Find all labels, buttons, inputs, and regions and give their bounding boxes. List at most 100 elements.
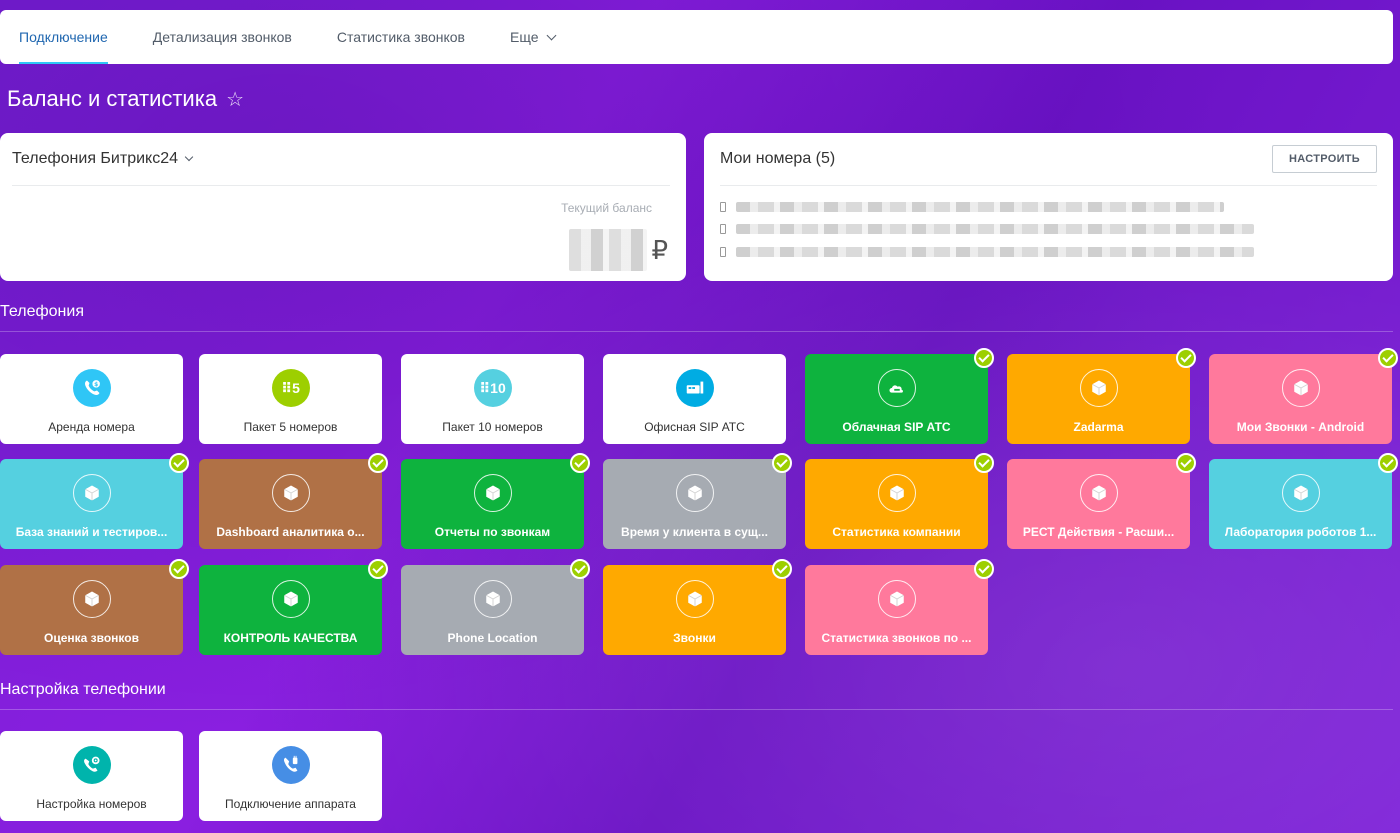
phone-number-icon	[720, 202, 726, 212]
section-divider	[0, 709, 1393, 710]
telephony-tile-0[interactable]: $ Аренда номера	[0, 354, 183, 444]
configure-button[interactable]: НАСТРОИТЬ	[1272, 145, 1377, 173]
telephony-tile-8[interactable]: Dashboard аналитика о...	[199, 453, 388, 549]
office-sip-icon	[675, 369, 714, 407]
tile-label: Phone Location	[447, 631, 538, 645]
phone-number-icon	[720, 247, 726, 257]
tile-label: Пакет 10 номеров	[442, 420, 543, 434]
tab-label: Детализация звонков	[152, 29, 292, 45]
tab-label: Статистика звонков	[336, 29, 465, 45]
telephony-tile-15[interactable]: КОНТРОЛЬ КАЧЕСТВА	[199, 559, 388, 655]
section-title-telephony: Телефония	[0, 303, 84, 320]
installed-check-icon	[974, 348, 994, 368]
telephony-tile-5[interactable]: Zadarma	[1007, 348, 1196, 444]
blurred-number	[736, 224, 1254, 234]
telephony-tile-9[interactable]: Отчеты по звонкам	[401, 453, 590, 549]
svg-text:$: $	[94, 382, 98, 388]
phone-rent-icon: $	[72, 369, 111, 407]
cube-icon	[675, 474, 714, 512]
tile-label: База знаний и тестиров...	[15, 525, 168, 539]
telephony-tile-16[interactable]: Phone Location	[401, 559, 590, 655]
telephony-tile-6[interactable]: Мои Звонки - Android	[1209, 348, 1398, 444]
tab-label: Еще	[510, 29, 539, 45]
currency-symbol: ₽	[651, 234, 668, 265]
cube-icon	[1281, 474, 1320, 512]
tile-label: Подключение аппарата	[225, 797, 356, 811]
section-title-telephony-settings: Настройка телефонии	[0, 681, 166, 698]
installed-check-icon	[1378, 453, 1398, 473]
tile-label: Облачная SIP АТС	[842, 420, 951, 434]
settings-tile-0[interactable]: Настройка номеров	[0, 731, 183, 821]
cube-icon	[72, 474, 111, 512]
cube-icon	[271, 474, 310, 512]
my-numbers-card: Мои номера (5) НАСТРОИТЬ	[704, 133, 1393, 281]
tile-label: Zadarma	[1073, 420, 1124, 434]
tile-label: Пакет 5 номеров	[243, 420, 338, 434]
tile-label: Офисная SIP АТС	[644, 420, 745, 434]
telephony-tile-18[interactable]: Статистика звонков по ...	[805, 559, 994, 655]
balance-label: Текущий баланс	[561, 201, 652, 215]
cube-icon	[1079, 369, 1118, 407]
telephony-tile-3[interactable]: Офисная SIP АТС	[603, 354, 786, 444]
page-title-text: Баланс и статистика	[7, 86, 218, 111]
package-5-icon: ⠿5	[271, 369, 310, 407]
cube-icon	[1281, 369, 1320, 407]
balance-card-title[interactable]: Телефония Битрикс24	[12, 150, 194, 168]
cloud-sip-icon	[877, 369, 916, 407]
installed-check-icon	[368, 453, 388, 473]
installed-check-icon	[169, 453, 189, 473]
tab-connection[interactable]: Подключение	[19, 10, 108, 64]
cube-icon	[473, 474, 512, 512]
cube-icon	[675, 580, 714, 618]
telephony-tile-17[interactable]: Звонки	[603, 559, 792, 655]
telephony-tile-4[interactable]: Облачная SIP АТС	[805, 348, 994, 444]
number-row	[720, 245, 1254, 259]
tile-label: КОНТРОЛЬ КАЧЕСТВА	[223, 631, 358, 645]
my-numbers-title: Мои номера (5)	[720, 150, 836, 167]
phone-number-icon	[720, 224, 726, 234]
tab-call-details[interactable]: Детализация звонков	[153, 10, 292, 64]
cube-icon	[1079, 474, 1118, 512]
telephony-tile-12[interactable]: РЕСТ Действия - Расши...	[1007, 453, 1196, 549]
cube-icon	[877, 580, 916, 618]
cube-icon	[72, 580, 111, 618]
installed-check-icon	[772, 559, 792, 579]
number-settings-icon	[72, 746, 111, 784]
installed-check-icon	[570, 559, 590, 579]
blurred-number	[736, 247, 1254, 257]
telephony-tile-14[interactable]: Оценка звонков	[0, 559, 189, 655]
balance-card: Телефония Битрикс24 Текущий баланс ₽	[0, 133, 686, 281]
cube-icon	[271, 580, 310, 618]
star-icon[interactable]: ☆	[226, 87, 244, 112]
telephony-tile-13[interactable]: Лаборатория роботов 1...	[1209, 453, 1398, 549]
tile-label: Статистика компании	[832, 525, 961, 539]
installed-check-icon	[1176, 453, 1196, 473]
installed-check-icon	[169, 559, 189, 579]
telephony-tile-11[interactable]: Статистика компании	[805, 453, 994, 549]
tab-label: Подключение	[19, 29, 108, 45]
cube-icon	[877, 474, 916, 512]
balance-value: ₽	[569, 229, 668, 271]
telephony-tile-2[interactable]: ⠿10 Пакет 10 номеров	[401, 354, 584, 444]
cube-icon	[473, 580, 512, 618]
tile-label: Звонки	[673, 631, 716, 645]
installed-check-icon	[570, 453, 590, 473]
number-row	[720, 222, 1254, 236]
page-title: Баланс и статистика ☆	[7, 86, 244, 112]
tile-label: Оценка звонков	[44, 631, 139, 645]
blurred-balance	[569, 229, 648, 271]
installed-check-icon	[368, 559, 388, 579]
installed-check-icon	[1378, 348, 1398, 368]
balance-card-title-text: Телефония Битрикс24	[12, 150, 178, 167]
telephony-tile-10[interactable]: Время у клиента в сущ...	[603, 453, 792, 549]
device-connect-icon	[271, 746, 310, 784]
tile-label: Мои Звонки - Android	[1236, 420, 1365, 434]
tab-more[interactable]: Еще	[510, 10, 556, 64]
telephony-tile-7[interactable]: База знаний и тестиров...	[0, 453, 189, 549]
chevron-down-icon	[184, 152, 194, 162]
tab-call-stats[interactable]: Статистика звонков	[337, 10, 465, 64]
settings-tile-1[interactable]: Подключение аппарата	[199, 731, 382, 821]
telephony-tile-1[interactable]: ⠿5 Пакет 5 номеров	[199, 354, 382, 444]
tile-label: Время у клиента в сущ...	[621, 525, 768, 539]
tile-label: Аренда номера	[48, 420, 135, 434]
